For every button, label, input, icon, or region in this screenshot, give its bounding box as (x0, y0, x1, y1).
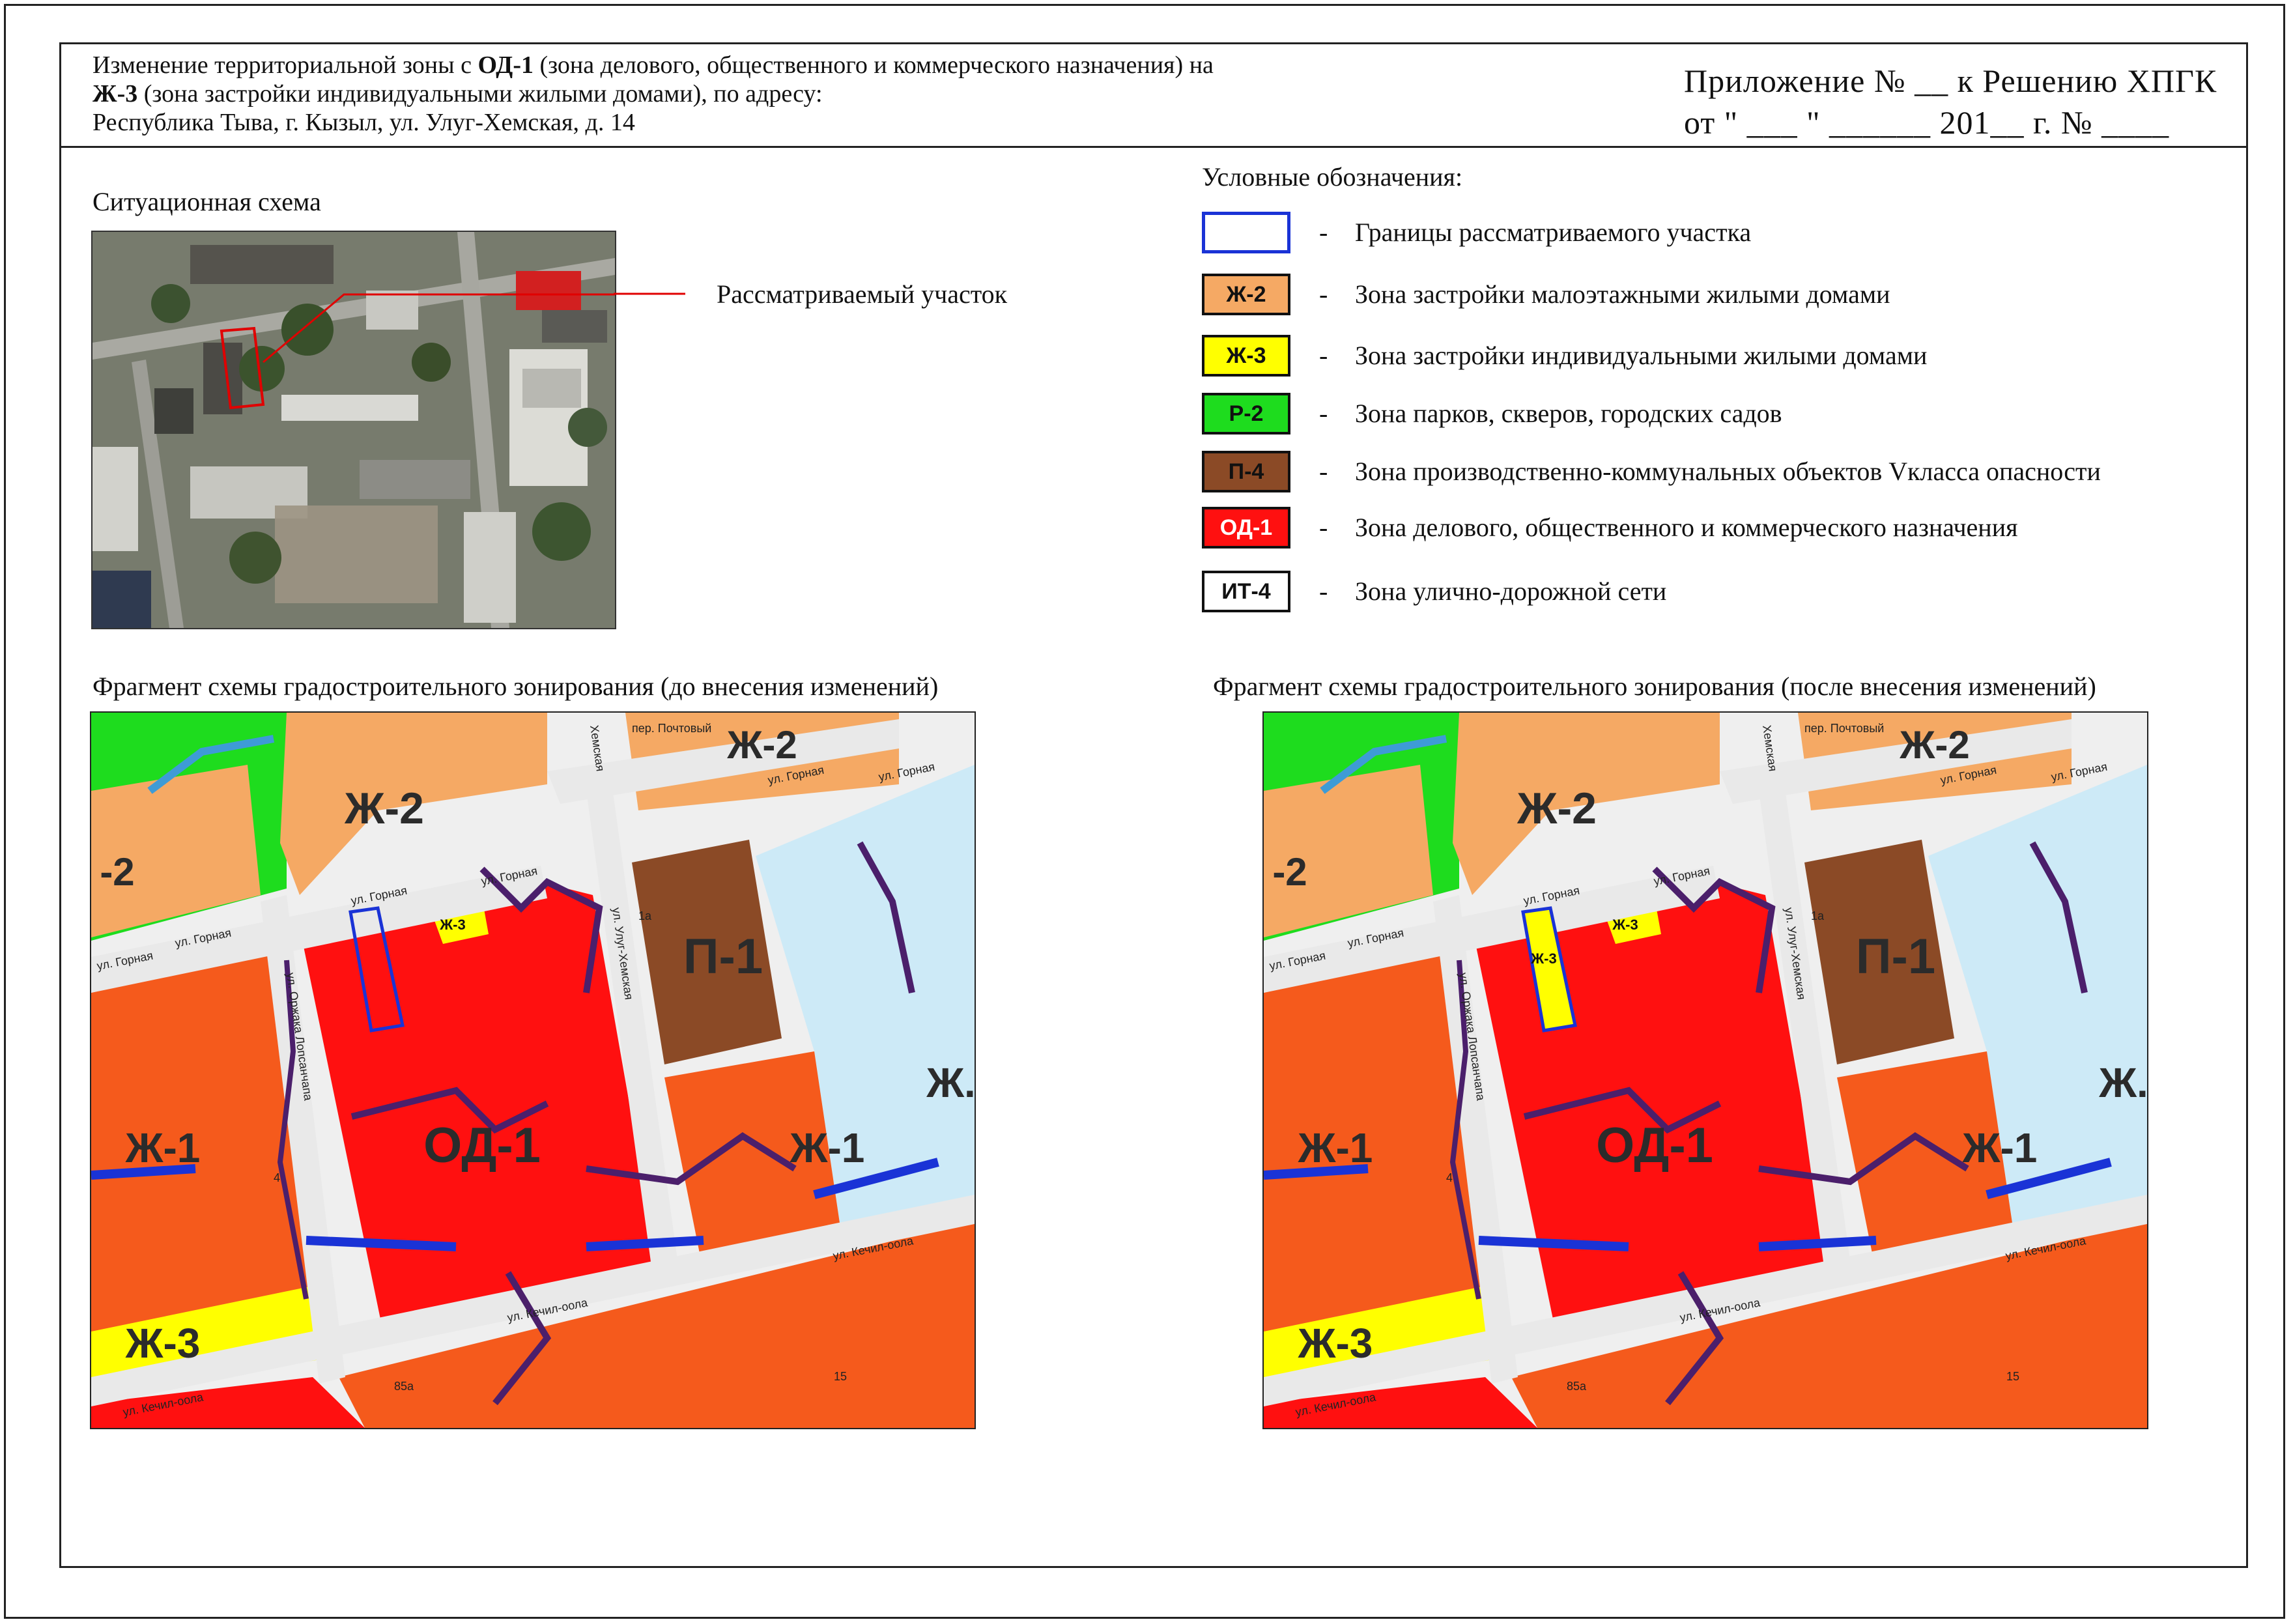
zone-label-zh-right: Ж. (2098, 1059, 2147, 1106)
legend-text: Зона застройки малоэтажными жилыми домам… (1355, 279, 1890, 309)
zone-label-od1: ОД-1 (423, 1118, 541, 1173)
zone-label-zh3-small: Ж-3 (1612, 917, 1638, 933)
zone-label-p1: П-1 (1856, 929, 1935, 984)
address: Республика Тыва, г. Кызыл, ул. Улуг-Хемс… (93, 109, 635, 136)
zone-label-zh3-bottom: Ж-3 (125, 1320, 201, 1367)
house-number: 15 (2006, 1370, 2019, 1383)
legend-row-boundary: - Границы рассматриваемого участка (1202, 212, 2244, 256)
situational-callout: Рассматриваемый участок (717, 279, 1008, 309)
legend-row-zh3: Ж-3 - Зона застройки индивидуальными жил… (1202, 335, 2244, 379)
house-number: 4 (1446, 1171, 1453, 1184)
legend-row-it4: ИТ-4 - Зона улично-дорожной сети (1202, 571, 2244, 615)
house-number: 1а (638, 909, 652, 922)
zone-label-zh2-left: -2 (100, 850, 134, 894)
legend-swatch-p4: П-4 (1202, 451, 1290, 492)
map-before-title: Фрагмент схемы градостроительного зониро… (93, 672, 939, 701)
appendix-block: Приложение № __ к Решению ХПГК от " ___ … (1684, 60, 2217, 143)
callout-leader-line (614, 292, 685, 295)
header-divider (59, 146, 2248, 148)
legend-text: Зона улично-дорожной сети (1355, 577, 1667, 606)
zone-label-zh1-right: Ж-1 (790, 1124, 865, 1171)
zone-to: Ж-3 (93, 80, 138, 107)
zone-label-zh3-small: Ж-3 (439, 917, 465, 933)
zone-label-zh1-left: Ж-1 (125, 1124, 201, 1171)
house-number: 1а (1811, 909, 1825, 922)
situational-satellite-image (91, 231, 616, 629)
legend-text: Границы рассматриваемого участка (1355, 218, 1752, 247)
legend-row-zh2: Ж-2 - Зона застройки малоэтажными жилыми… (1202, 274, 2244, 318)
legend-row-r2: Р-2 - Зона парков, скверов, городских са… (1202, 393, 2244, 437)
zoning-map-before: Ж-2 Ж-2 -2 П-1 Ж. ОД-1 Ж-1 Ж-1 Ж-3 Ж-3 п… (90, 711, 976, 1429)
appendix-line-1: Приложение № __ к Решению ХПГК (1684, 63, 2217, 99)
house-number: 85а (1567, 1380, 1587, 1393)
header-description: Изменение территориальной зоны с ОД-1 (з… (93, 51, 1591, 137)
legend-swatch-it4: ИТ-4 (1202, 571, 1290, 612)
zone-label-od1: ОД-1 (1596, 1118, 1713, 1173)
house-number: 4 (274, 1171, 280, 1184)
legend-title: Условные обозначения: (1202, 162, 1463, 192)
zone-from: ОД-1 (477, 51, 534, 79)
zone-label-zh-right: Ж. (926, 1059, 975, 1106)
house-number: 15 (834, 1370, 847, 1383)
legend-swatch-od1: ОД-1 (1202, 507, 1290, 548)
zone-label-zh2: Ж-2 (1517, 784, 1597, 833)
legend-text: Зона парков, скверов, городских садов (1355, 399, 1782, 428)
legend-row-od1: ОД-1 - Зона делового, общественного и ко… (1202, 507, 2244, 551)
legend-swatch-zh2: Ж-2 (1202, 274, 1290, 315)
appendix-line-2: от " ___ " ______ 201__ г. № ____ (1684, 104, 2170, 141)
street-label-pochtovy: пер. Почтовый (632, 722, 711, 735)
legend-text: Зона застройки индивидуальными жилыми до… (1355, 341, 1928, 370)
situational-title: Ситуационная схема (93, 187, 321, 216)
zoning-map-after: Ж-3 Ж-2 Ж-2 -2 П-1 Ж. ОД-1 Ж-1 Ж-1 Ж-3 Ж… (1262, 711, 2148, 1429)
zone-label-p1: П-1 (683, 929, 763, 984)
zone-label-zh1-left: Ж-1 (1298, 1124, 1373, 1171)
map-after-title: Фрагмент схемы градостроительного зониро… (1213, 672, 2096, 701)
zone-label-zh1-right: Ж-1 (1962, 1124, 2038, 1171)
legend-text: Зона производственно-коммунальных объект… (1355, 457, 2101, 486)
zone-label-zh3-parcel: Ж-3 (1530, 950, 1556, 967)
zone-label-zh3-bottom: Ж-3 (1298, 1320, 1373, 1367)
zone-label-zh2-top: Ж-2 (726, 723, 797, 767)
zone-label-zh2-top: Ж-2 (1899, 723, 1970, 767)
legend-text: Зона делового, общественного и коммерчес… (1355, 513, 2018, 542)
zone-label-zh2: Ж-2 (344, 784, 424, 833)
legend-swatch-r2: Р-2 (1202, 393, 1290, 434)
legend-swatch-boundary (1202, 212, 1290, 253)
house-number: 85а (394, 1380, 414, 1393)
street-label-pochtovy: пер. Почтовый (1804, 722, 1884, 735)
legend-row-p4: П-4 - Зона производственно-коммунальных … (1202, 451, 2244, 495)
legend-swatch-zh3: Ж-3 (1202, 335, 1290, 377)
zone-label-zh2-left: -2 (1272, 850, 1307, 894)
